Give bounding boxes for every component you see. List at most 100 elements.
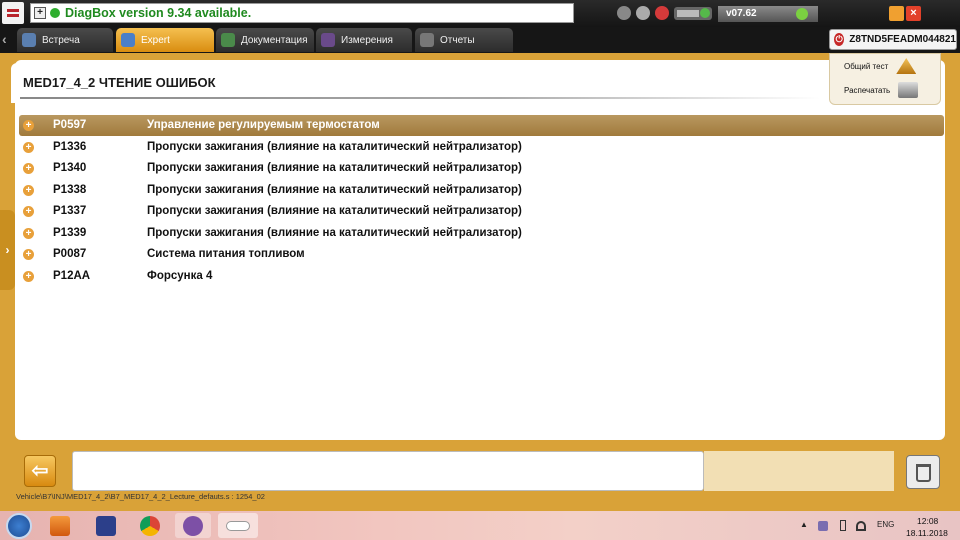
taskbar-app-window[interactable] xyxy=(218,513,258,538)
update-notice[interactable]: + DiagBox version 9.34 available. xyxy=(30,3,574,23)
tab-measurements[interactable]: Измерения xyxy=(316,28,412,52)
chevron-left-icon[interactable]: ‹ xyxy=(2,31,16,49)
vin-text: Z8TND5FEADM044821 xyxy=(849,34,956,45)
start-button[interactable] xyxy=(6,513,32,539)
print-button[interactable]: Распечатать xyxy=(844,82,919,98)
warning-icon xyxy=(896,58,917,74)
back-button[interactable]: ⇦ xyxy=(24,455,56,487)
fault-row[interactable]: + P1338 Пропуски зажигания (влияние на к… xyxy=(19,180,944,201)
expand-icon[interactable]: + xyxy=(23,271,34,282)
tab-label: Встреча xyxy=(42,34,80,46)
fault-code: P12AA xyxy=(53,270,91,282)
language-indicator[interactable]: ENG xyxy=(877,520,894,529)
app-window-icon xyxy=(226,520,250,531)
fault-description: Форсунка 4 xyxy=(147,270,213,282)
taskbar-app-media[interactable] xyxy=(42,513,78,538)
taskbar-app-diagbox[interactable] xyxy=(88,513,124,538)
minimize-button[interactable] xyxy=(889,6,904,21)
chrome-icon xyxy=(140,515,160,536)
expert-folder-icon xyxy=(121,33,135,47)
tab-bar: ‹ Встреча Expert Документация Измерения … xyxy=(0,27,960,53)
expand-icon[interactable]: + xyxy=(23,142,34,153)
windows-taskbar: ▲ ENG xyxy=(0,511,960,540)
fault-description: Управление регулируемым термостатом xyxy=(147,119,380,131)
close-button[interactable]: × xyxy=(906,6,921,21)
fault-row[interactable]: + P1337 Пропуски зажигания (влияние на к… xyxy=(19,201,944,222)
fault-description: Пропуски зажигания (влияние на каталитич… xyxy=(147,205,522,217)
measurement-icon xyxy=(321,33,335,47)
taskbar-app-chrome[interactable] xyxy=(132,513,168,538)
fault-description: Пропуски зажигания (влияние на каталитич… xyxy=(147,184,522,196)
taskbar-app-viber[interactable] xyxy=(175,513,211,538)
battery-icon xyxy=(674,7,712,20)
fault-code: P1338 xyxy=(53,184,87,196)
expand-icon[interactable]: + xyxy=(23,185,34,196)
back-arrow-icon: ⇦ xyxy=(31,460,49,482)
tab-meeting[interactable]: Встреча xyxy=(17,28,113,52)
update-notice-text: DiagBox version 9.34 available. xyxy=(65,6,252,20)
clock-time[interactable]: 12:08 xyxy=(917,516,938,526)
expand-icon[interactable]: + xyxy=(23,163,34,174)
tab-label: Expert xyxy=(141,34,170,46)
tray-app-icon[interactable] xyxy=(818,521,828,531)
expand-icon[interactable]: + xyxy=(23,206,34,217)
citroen-logo-icon xyxy=(2,2,24,24)
tab-label: Измерения xyxy=(341,34,393,46)
script-path: Vehicle\B7\INJ\MED17_4_2\B7_MED17_4_2_Le… xyxy=(16,492,265,501)
title-divider xyxy=(20,97,820,99)
green-status-icon xyxy=(50,8,60,18)
print-label: Распечатать xyxy=(844,85,891,95)
power-status-icon[interactable] xyxy=(617,6,631,20)
user-icon[interactable] xyxy=(636,6,650,20)
fault-code: P1340 xyxy=(53,162,87,174)
message-field-tail xyxy=(704,451,894,491)
diagbox-save-icon xyxy=(96,515,116,536)
expand-icon[interactable]: + xyxy=(23,249,34,260)
fault-row[interactable]: + P12AA Форсунка 4 xyxy=(19,266,944,287)
tab-documentation[interactable]: Документация xyxy=(216,28,314,52)
plus-box-icon[interactable]: + xyxy=(34,7,46,19)
fault-row[interactable]: + P1336 Пропуски зажигания (влияние на к… xyxy=(19,137,944,158)
record-icon[interactable] xyxy=(655,6,669,20)
battery-tray-icon[interactable] xyxy=(840,520,846,531)
tray-expand-icon[interactable]: ▲ xyxy=(800,520,808,529)
media-player-icon xyxy=(50,515,70,536)
tab-reports[interactable]: Отчеты xyxy=(415,28,513,52)
fault-code: P1339 xyxy=(53,227,87,239)
page-title: MED17_4_2 ЧТЕНИЕ ОШИБОК xyxy=(23,75,216,90)
fault-row[interactable]: + P1340 Пропуски зажигания (влияние на к… xyxy=(19,158,944,179)
fault-code: P0087 xyxy=(53,248,87,260)
connection-ok-icon xyxy=(796,8,808,20)
title-bar: + DiagBox version 9.34 available. v07.62… xyxy=(0,0,960,27)
reports-icon xyxy=(420,33,434,47)
printer-icon xyxy=(898,82,919,98)
message-field xyxy=(72,451,704,491)
version-text: v07.62 xyxy=(726,8,757,19)
fault-code: P0597 xyxy=(53,119,87,131)
fault-code: P1336 xyxy=(53,141,87,153)
expand-icon[interactable]: + xyxy=(23,120,34,131)
vin-badge[interactable]: ⏻ Z8TND5FEADM044821 xyxy=(829,29,957,50)
documentation-icon xyxy=(221,33,235,47)
expand-icon[interactable]: + xyxy=(23,228,34,239)
version-indicator: v07.62 xyxy=(718,6,818,22)
trash-icon xyxy=(916,464,931,482)
clock-date[interactable]: 18.11.2018 xyxy=(906,528,948,538)
tab-expert[interactable]: Expert xyxy=(116,28,214,52)
trash-button[interactable] xyxy=(906,455,940,489)
tab-label: Отчеты xyxy=(440,34,475,46)
global-test-label: Общий тест xyxy=(844,61,889,71)
fault-row[interactable]: + P0597 Управление регулируемым термоста… xyxy=(19,115,944,136)
fault-row[interactable]: + P0087 Система питания топливом xyxy=(19,244,944,265)
meeting-icon xyxy=(22,33,36,47)
tab-label: Документация xyxy=(241,34,308,46)
wifi-icon[interactable] xyxy=(856,521,866,531)
fault-code: P1337 xyxy=(53,205,87,217)
actions-panel: Общий тест Распечатать xyxy=(829,53,941,105)
fault-row[interactable]: + P1339 Пропуски зажигания (влияние на к… xyxy=(19,223,944,244)
global-test-button[interactable]: Общий тест xyxy=(844,58,917,74)
fault-description: Система питания топливом xyxy=(147,248,305,260)
fault-description: Пропуски зажигания (влияние на каталитич… xyxy=(147,162,522,174)
side-panel-toggle[interactable]: › xyxy=(0,210,15,290)
power-icon: ⏻ xyxy=(834,33,845,46)
